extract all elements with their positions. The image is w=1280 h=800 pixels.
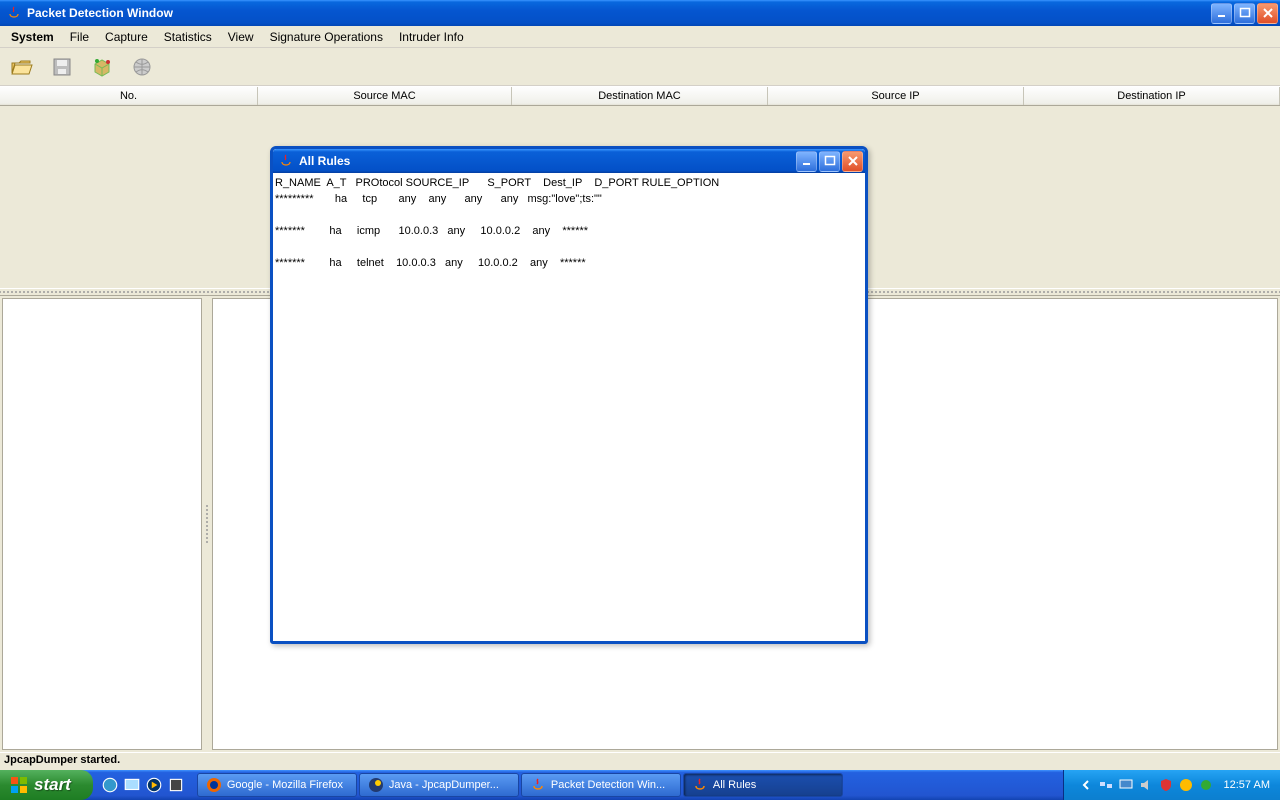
firefox-icon [206,777,222,793]
java-icon [692,777,708,793]
main-titlebar: Packet Detection Window [0,0,1280,26]
table-header-row: No. Source MAC Destination MAC Source IP… [0,86,1280,106]
close-button[interactable] [1257,3,1278,24]
main-window-title: Packet Detection Window [27,6,1211,20]
menu-intruder-info[interactable]: Intruder Info [392,28,471,46]
taskbtn-label: All Rules [713,779,756,791]
ql-media-icon[interactable] [145,776,163,794]
all-rules-window: All Rules R_NAME A_T PROtocol SOURCE_IP … [270,146,868,644]
java-icon [278,153,294,169]
rules-row: ******* ha telnet 10.0.0.3 any 10.0.0.2 … [275,257,586,269]
rules-row: ********* ha tcp any any any any msg:"lo… [275,193,602,205]
taskbtn-label: Packet Detection Win... [551,779,665,791]
child-maximize-button[interactable] [819,151,840,172]
menu-capture[interactable]: Capture [98,28,155,46]
tray-network-icon[interactable] [1098,777,1114,793]
taskbtn-eclipse[interactable]: Java - JpcapDumper... [359,773,519,797]
rules-row: ******* ha icmp 10.0.0.3 any 10.0.0.2 an… [275,225,588,237]
tray-update-icon[interactable] [1178,777,1194,793]
menu-bar: System File Capture Statistics View Sign… [0,26,1280,48]
rules-header-line: R_NAME A_T PROtocol SOURCE_IP S_PORT Des… [275,177,719,189]
windows-logo-icon [10,776,28,794]
tray-chevron-icon[interactable] [1078,777,1094,793]
tray-usb-icon[interactable] [1198,777,1214,793]
toolbar-save-button[interactable] [44,51,80,83]
child-close-button[interactable] [842,151,863,172]
tray-shield-icon[interactable] [1158,777,1174,793]
th-dest-mac[interactable]: Destination MAC [512,87,768,105]
menu-file[interactable]: File [63,28,96,46]
tray-sound-icon[interactable] [1138,777,1154,793]
quick-launch [93,776,193,794]
start-button[interactable]: start [0,770,93,800]
child-minimize-button[interactable] [796,151,817,172]
child-window-buttons [796,151,863,172]
th-no[interactable]: No. [0,87,258,105]
main-window-buttons [1211,3,1278,24]
taskbtn-label: Google - Mozilla Firefox [227,779,343,791]
taskbtn-packet-detection[interactable]: Packet Detection Win... [521,773,681,797]
th-source-ip[interactable]: Source IP [768,87,1024,105]
ql-desktop-icon[interactable] [123,776,141,794]
taskbtn-label: Java - JpcapDumper... [389,779,499,791]
rules-text-area[interactable]: R_NAME A_T PROtocol SOURCE_IP S_PORT Des… [273,173,865,641]
ql-ie-icon[interactable] [101,776,119,794]
tray-clock[interactable]: 12:57 AM [1224,779,1270,791]
tree-panel[interactable] [2,298,202,750]
toolbar-cube-button[interactable] [84,51,120,83]
th-source-mac[interactable]: Source MAC [258,87,512,105]
taskbar: start Google - Mozilla Firefox Java - Jp… [0,770,1280,800]
toolbar [0,48,1280,86]
th-dest-ip[interactable]: Destination IP [1024,87,1280,105]
java-icon [530,777,546,793]
java-icon [6,5,22,21]
taskbtn-all-rules[interactable]: All Rules [683,773,843,797]
menu-system[interactable]: System [4,28,61,46]
taskbar-buttons: Google - Mozilla Firefox Java - JpcapDum… [193,773,1063,797]
system-tray: 12:57 AM [1063,770,1280,800]
toolbar-globe-button[interactable] [124,51,160,83]
status-bar: JpcapDumper started. [0,752,1280,770]
main-body: All Rules R_NAME A_T PROtocol SOURCE_IP … [0,106,1280,752]
menu-statistics[interactable]: Statistics [157,28,219,46]
minimize-button[interactable] [1211,3,1232,24]
ql-app-icon[interactable] [167,776,185,794]
maximize-button[interactable] [1234,3,1255,24]
vertical-splitter[interactable] [202,296,212,752]
child-window-title: All Rules [299,154,796,168]
toolbar-open-button[interactable] [4,51,40,83]
menu-signature-operations[interactable]: Signature Operations [263,28,390,46]
status-text: JpcapDumper started. [4,754,120,766]
child-titlebar[interactable]: All Rules [273,149,865,173]
menu-view[interactable]: View [221,28,261,46]
start-label: start [34,775,71,795]
tray-display-icon[interactable] [1118,777,1134,793]
taskbtn-firefox[interactable]: Google - Mozilla Firefox [197,773,357,797]
eclipse-icon [368,777,384,793]
